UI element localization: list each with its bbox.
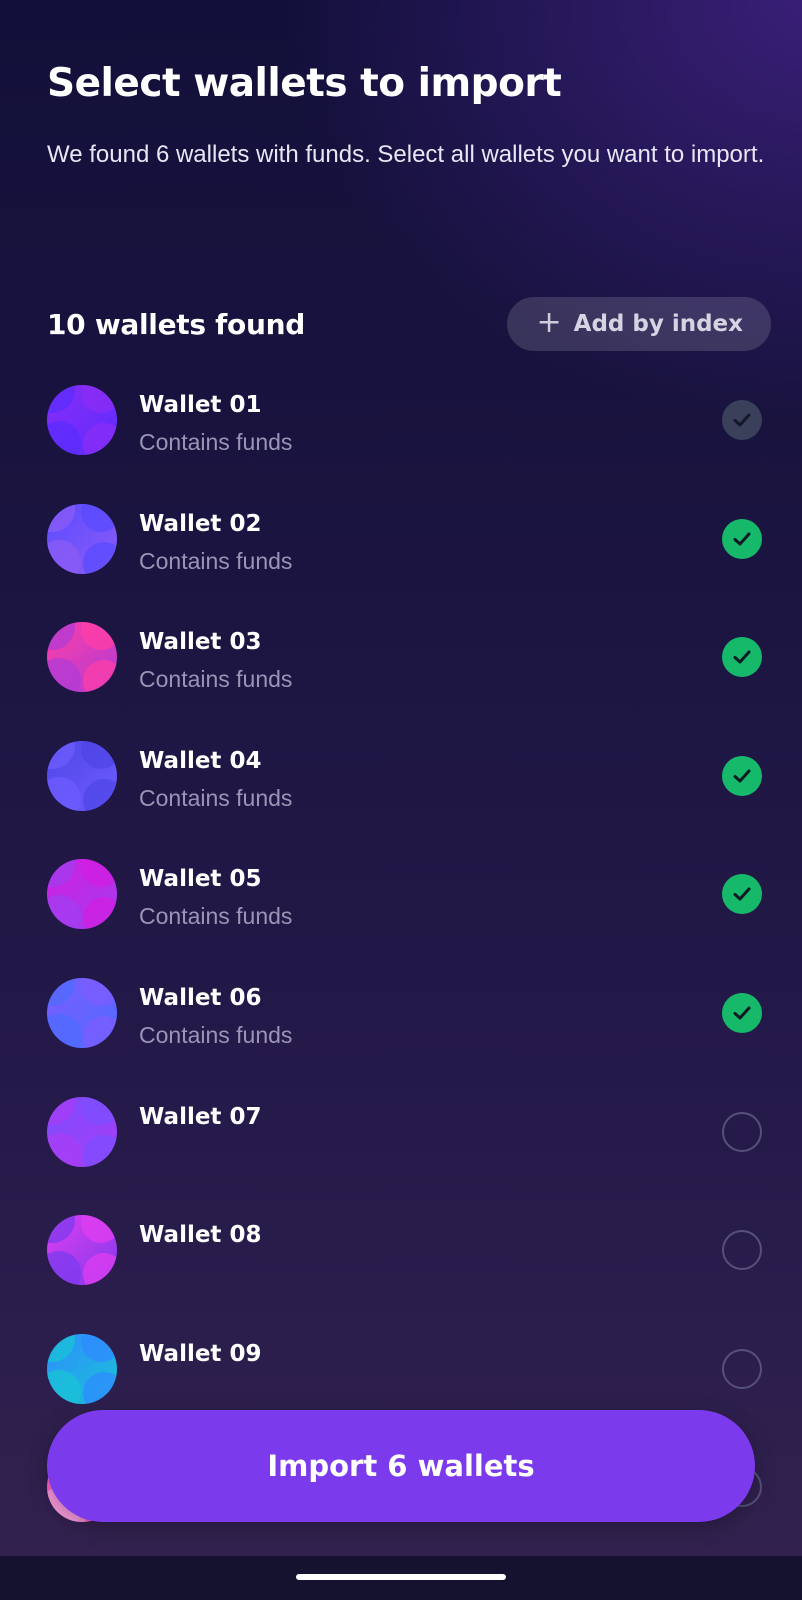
avatar-shape bbox=[83, 1371, 117, 1404]
wallet-avatar bbox=[47, 859, 117, 930]
wallet-row[interactable]: Wallet 04 Contains funds bbox=[47, 740, 771, 812]
wallet-status: Contains funds bbox=[139, 903, 293, 930]
checkmark-icon bbox=[722, 400, 762, 440]
wallet-text: Wallet 09 bbox=[139, 1339, 261, 1376]
avatar-shape bbox=[47, 622, 75, 651]
avatar-shape bbox=[83, 1016, 117, 1048]
avatar-shape bbox=[83, 1253, 117, 1286]
wallet-name: Wallet 03 bbox=[139, 629, 262, 656]
avatar-shape bbox=[47, 1251, 81, 1286]
avatar-shape bbox=[81, 503, 117, 532]
wallet-status: Contains funds bbox=[139, 547, 293, 574]
wallet-row[interactable]: Wallet 08 bbox=[47, 1214, 771, 1286]
avatar-shape bbox=[47, 1215, 75, 1244]
import-wallets-button[interactable]: Import 6 wallets bbox=[47, 1410, 755, 1522]
wallet-status: Contains funds bbox=[139, 429, 293, 455]
avatar-shape bbox=[47, 776, 81, 811]
wallet-avatar bbox=[47, 622, 117, 693]
wallet-status: Contains funds bbox=[139, 1022, 293, 1048]
avatar-shape bbox=[81, 978, 117, 1006]
avatar-shape bbox=[83, 897, 117, 930]
wallet-name: Wallet 06 bbox=[139, 985, 262, 1011]
add-by-index-label: Add by index bbox=[573, 311, 743, 337]
avatar-shape bbox=[47, 421, 81, 455]
wallet-avatar bbox=[47, 385, 117, 455]
wallet-text: Wallet 03 Contains funds bbox=[139, 627, 292, 694]
wallet-row[interactable]: Wallet 06 Contains funds bbox=[47, 977, 771, 1049]
wallet-text: Wallet 05 Contains funds bbox=[139, 864, 292, 931]
page-title: Select wallets to import bbox=[47, 61, 562, 106]
checkmark-icon[interactable] bbox=[722, 518, 762, 559]
avatar-shape bbox=[83, 541, 117, 574]
avatar-shape bbox=[83, 660, 117, 693]
avatar-shape bbox=[47, 539, 81, 574]
empty-checkbox-icon[interactable] bbox=[722, 1230, 762, 1271]
wallet-text: Wallet 07 bbox=[139, 1102, 261, 1139]
wallets-found-row: 10 wallets found + Add by index bbox=[47, 296, 771, 352]
wallets-found-label: 10 wallets found bbox=[47, 307, 305, 341]
avatar-shape bbox=[47, 503, 75, 532]
wallet-row[interactable]: Wallet 07 bbox=[47, 1096, 771, 1168]
avatar-shape bbox=[47, 978, 75, 1006]
wallet-row[interactable]: Wallet 02 Contains funds bbox=[47, 503, 771, 575]
avatar-shape bbox=[81, 1096, 117, 1125]
wallet-row[interactable]: Wallet 05 Contains funds bbox=[47, 858, 771, 930]
wallet-avatar bbox=[47, 1096, 117, 1167]
avatar-shape bbox=[47, 1333, 75, 1362]
wallet-avatar bbox=[47, 503, 117, 574]
avatar-shape bbox=[81, 859, 117, 888]
avatar-shape bbox=[81, 1215, 117, 1244]
wallet-status: Contains funds bbox=[139, 784, 293, 811]
wallet-avatar bbox=[47, 1333, 117, 1404]
avatar-shape bbox=[47, 1369, 81, 1404]
wallet-name: Wallet 09 bbox=[139, 1340, 262, 1367]
checkmark-icon[interactable] bbox=[722, 755, 762, 796]
avatar-shape bbox=[83, 778, 117, 811]
wallet-name: Wallet 01 bbox=[139, 392, 262, 418]
wallet-row[interactable]: Wallet 09 bbox=[47, 1333, 771, 1405]
wallet-name: Wallet 04 bbox=[139, 747, 262, 774]
wallet-text: Wallet 01 Contains funds bbox=[139, 390, 292, 457]
wallet-status: Contains funds bbox=[139, 666, 293, 693]
wallet-name: Wallet 02 bbox=[139, 510, 262, 537]
avatar-shape bbox=[47, 859, 75, 888]
wallet-avatar bbox=[47, 740, 117, 811]
checkmark-icon[interactable] bbox=[722, 993, 762, 1033]
wallet-text: Wallet 08 bbox=[139, 1220, 261, 1257]
checkmark-icon[interactable] bbox=[722, 874, 762, 915]
home-indicator[interactable] bbox=[296, 1574, 506, 1580]
wallet-avatar bbox=[47, 1215, 117, 1286]
avatar-shape bbox=[47, 1096, 75, 1125]
empty-checkbox-icon[interactable] bbox=[722, 1111, 762, 1152]
system-navigation-bar bbox=[0, 1556, 802, 1600]
wallet-name: Wallet 08 bbox=[139, 1222, 262, 1249]
empty-checkbox-icon[interactable] bbox=[722, 1348, 762, 1389]
avatar-shape bbox=[47, 740, 75, 769]
avatar-shape bbox=[47, 385, 75, 413]
avatar-shape bbox=[83, 423, 117, 455]
avatar-shape bbox=[81, 622, 117, 651]
avatar-shape bbox=[81, 740, 117, 769]
wallet-row[interactable]: Wallet 01 Contains funds bbox=[47, 384, 771, 456]
wallet-row[interactable]: Wallet 03 Contains funds bbox=[47, 621, 771, 693]
wallet-text: Wallet 02 Contains funds bbox=[139, 509, 292, 576]
header: Select wallets to import We found 6 wall… bbox=[47, 56, 767, 175]
avatar-shape bbox=[81, 385, 117, 413]
plus-icon: + bbox=[536, 304, 562, 340]
page-subtitle: We found 6 wallets with funds. Select al… bbox=[47, 141, 765, 168]
wallet-text: Wallet 06 Contains funds bbox=[139, 983, 292, 1050]
wallet-avatar bbox=[47, 978, 117, 1048]
wallet-name: Wallet 05 bbox=[139, 866, 262, 893]
avatar-shape bbox=[47, 1014, 81, 1048]
avatar-shape bbox=[47, 658, 81, 693]
wallet-text: Wallet 04 Contains funds bbox=[139, 746, 292, 813]
avatar-shape bbox=[47, 1132, 81, 1167]
avatar-shape bbox=[47, 895, 81, 930]
checkmark-icon[interactable] bbox=[722, 637, 762, 678]
avatar-shape bbox=[81, 1333, 117, 1362]
avatar-shape bbox=[83, 1134, 117, 1167]
add-by-index-button[interactable]: + Add by index bbox=[506, 297, 771, 351]
wallet-name: Wallet 07 bbox=[139, 1103, 262, 1130]
